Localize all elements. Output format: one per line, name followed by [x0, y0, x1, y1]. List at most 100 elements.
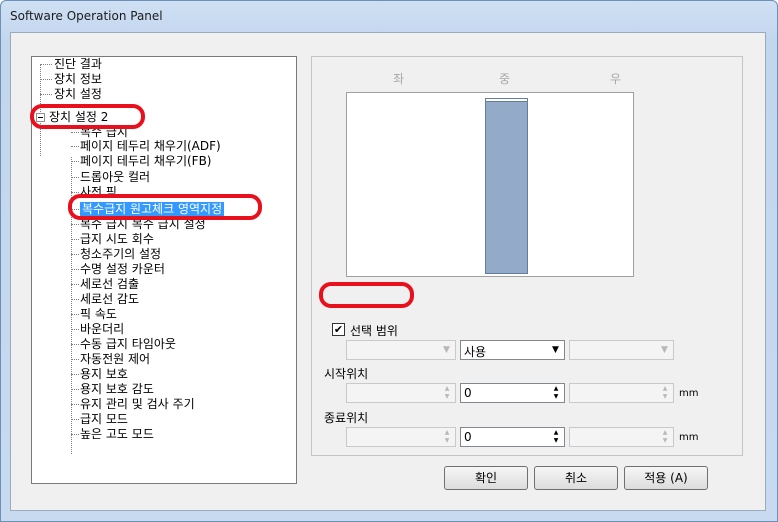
spin-down-icon[interactable]: ▼ — [658, 437, 672, 445]
tree-branch — [71, 161, 79, 162]
callout-device-settings-2 — [30, 104, 145, 129]
tree-item-label: 높은 고도 모드 — [80, 427, 154, 441]
tree-item-label: 진단 결과 — [54, 57, 102, 71]
apply-button[interactable]: 적용 (A) — [624, 466, 708, 490]
start-unit-label: mm — [679, 388, 699, 399]
detection-area-bar-top — [485, 98, 528, 102]
tree-item-device-settings[interactable]: 장치 설정 — [54, 87, 102, 101]
tree-item-streak-sensitivity[interactable]: 세로선 감도 — [80, 292, 139, 306]
tree-branch — [71, 254, 79, 255]
tree-item-boundary[interactable]: 바운더리 — [80, 322, 124, 336]
tree-branch — [71, 389, 79, 390]
tree-item-page-edge-adf[interactable]: 페이지 테두리 채우기(ADF) — [80, 139, 221, 153]
spin-down-icon[interactable]: ▼ — [549, 393, 563, 401]
tree-item-diagnosis[interactable]: 진단 결과 — [54, 57, 102, 71]
area-preview — [346, 92, 634, 277]
tree-branch — [71, 344, 79, 345]
start-center-spinner[interactable]: 0 ▲ ▼ — [460, 383, 565, 403]
end-center-spinner[interactable]: 0 ▲ ▼ — [460, 427, 565, 447]
tree-branch — [71, 359, 79, 360]
tree-branch — [71, 314, 79, 315]
callout-select-range — [319, 282, 414, 308]
tree-item-label: 용지 보호 — [80, 367, 128, 381]
start-right-spinner[interactable]: ▲ ▼ — [569, 383, 674, 403]
tree-item-pick-retry[interactable]: 급지 시도 회수 — [80, 232, 154, 246]
end-position-label: 종료위치 — [324, 411, 369, 425]
tree-branch — [71, 434, 79, 435]
position-label-center: 중 — [499, 72, 511, 86]
spinner-value: 0 — [464, 386, 472, 400]
tree-branch — [71, 224, 79, 225]
tree-branch — [71, 239, 79, 240]
tree-item-manual-feed-timeout[interactable]: 수동 급지 타임아웃 — [80, 337, 176, 351]
tree-branch — [71, 146, 79, 147]
tree-item-maintenance-cycle[interactable]: 유지 관리 및 검사 주기 — [80, 397, 195, 411]
tree-item-cleaning-cycle[interactable]: 청소주기의 설정 — [80, 247, 161, 261]
tree-item-paper-protection[interactable]: 용지 보호 — [80, 367, 128, 381]
tree-item-feed-mode[interactable]: 급지 모드 — [80, 412, 128, 426]
tree-item-dropout-color[interactable]: 드롭아웃 컬러 — [80, 170, 150, 184]
window: Software Operation Panel 진단 결과 장치 정보 장치 … — [0, 0, 778, 522]
tree-item-label: 용지 보호 감도 — [80, 382, 154, 396]
left-combo[interactable]: ▼ — [346, 340, 456, 360]
spin-down-icon[interactable]: ▼ — [440, 393, 454, 401]
end-left-spinner[interactable]: ▲ ▼ — [346, 427, 456, 447]
tree-item-label: 유지 관리 및 검사 주기 — [80, 397, 195, 411]
tree-item-paper-protection-sensitivity[interactable]: 용지 보호 감도 — [80, 382, 154, 396]
tree-item-label: 세로선 감도 — [80, 292, 140, 306]
chevron-down-icon: ▼ — [443, 345, 450, 355]
end-right-spinner[interactable]: ▲ ▼ — [569, 427, 674, 447]
tree-item-device-info[interactable]: 장치 정보 — [54, 72, 102, 86]
tree-branch — [40, 79, 52, 80]
tree-item-pick-speed[interactable]: 픽 속도 — [80, 307, 117, 321]
end-unit-label: mm — [679, 432, 699, 443]
select-range-checkbox[interactable]: ✔ — [332, 323, 345, 336]
select-range-label: 선택 범위 — [350, 324, 398, 338]
tree-item-label: 픽 속도 — [80, 307, 117, 321]
tree-item-auto-power[interactable]: 자동전원 제어 — [80, 352, 150, 366]
tree-branch — [71, 419, 79, 420]
spin-up-icon[interactable]: ▲ — [658, 429, 672, 437]
start-left-spinner[interactable]: ▲ ▼ — [346, 383, 456, 403]
tree-item-label: 장치 설정 — [54, 87, 102, 101]
spin-down-icon[interactable]: ▼ — [549, 437, 563, 445]
tree-item-streak-detect[interactable]: 세로선 검출 — [80, 277, 139, 291]
tree-item-life-counter[interactable]: 수명 설정 카운터 — [80, 262, 165, 276]
tree-branch — [40, 64, 52, 65]
window-title: Software Operation Panel — [10, 9, 163, 23]
tree-item-page-edge-fb[interactable]: 페이지 테두리 채우기(FB) — [80, 154, 212, 168]
tree-branch — [71, 299, 79, 300]
tree-branch — [71, 177, 79, 178]
tree-branch — [71, 269, 79, 270]
spin-up-icon[interactable]: ▲ — [440, 429, 454, 437]
spin-up-icon[interactable]: ▲ — [658, 385, 672, 393]
right-combo[interactable]: ▼ — [569, 340, 674, 360]
tree-item-label: 페이지 테두리 채우기(FB) — [80, 154, 212, 168]
tree-item-label: 수동 급지 타임아웃 — [80, 337, 176, 351]
tree-branch — [71, 404, 79, 405]
tree-item-label: 바운더리 — [80, 322, 125, 336]
tree-branch — [71, 132, 79, 133]
tree-item-label: 장치 정보 — [54, 72, 102, 86]
center-combo-value: 사용 — [464, 345, 487, 359]
spin-down-icon[interactable]: ▼ — [658, 393, 672, 401]
chevron-down-icon: ▼ — [552, 345, 559, 355]
tree-item-label: 드롭아웃 컬러 — [80, 170, 151, 184]
spin-up-icon[interactable]: ▲ — [440, 385, 454, 393]
spin-down-icon[interactable]: ▼ — [440, 437, 454, 445]
center-combo[interactable]: 사용 ▼ — [460, 340, 565, 360]
tree-item-label: 페이지 테두리 채우기(ADF) — [80, 139, 221, 153]
tree-item-label: 세로선 검출 — [80, 277, 140, 291]
detection-area-bar — [485, 98, 528, 274]
tree-item-label: 청소주기의 설정 — [80, 247, 162, 261]
tree-item-label: 급지 시도 회수 — [80, 232, 154, 246]
spin-up-icon[interactable]: ▲ — [549, 429, 563, 437]
tree-branch — [40, 94, 52, 95]
cancel-button[interactable]: 취소 — [534, 466, 618, 490]
tree-item-label: 급지 모드 — [80, 412, 128, 426]
position-label-left: 좌 — [393, 72, 405, 86]
ok-button[interactable]: 확인 — [444, 466, 528, 490]
tree-item-high-altitude[interactable]: 높은 고도 모드 — [80, 427, 154, 441]
spin-up-icon[interactable]: ▲ — [549, 385, 563, 393]
tree-branch — [71, 284, 79, 285]
